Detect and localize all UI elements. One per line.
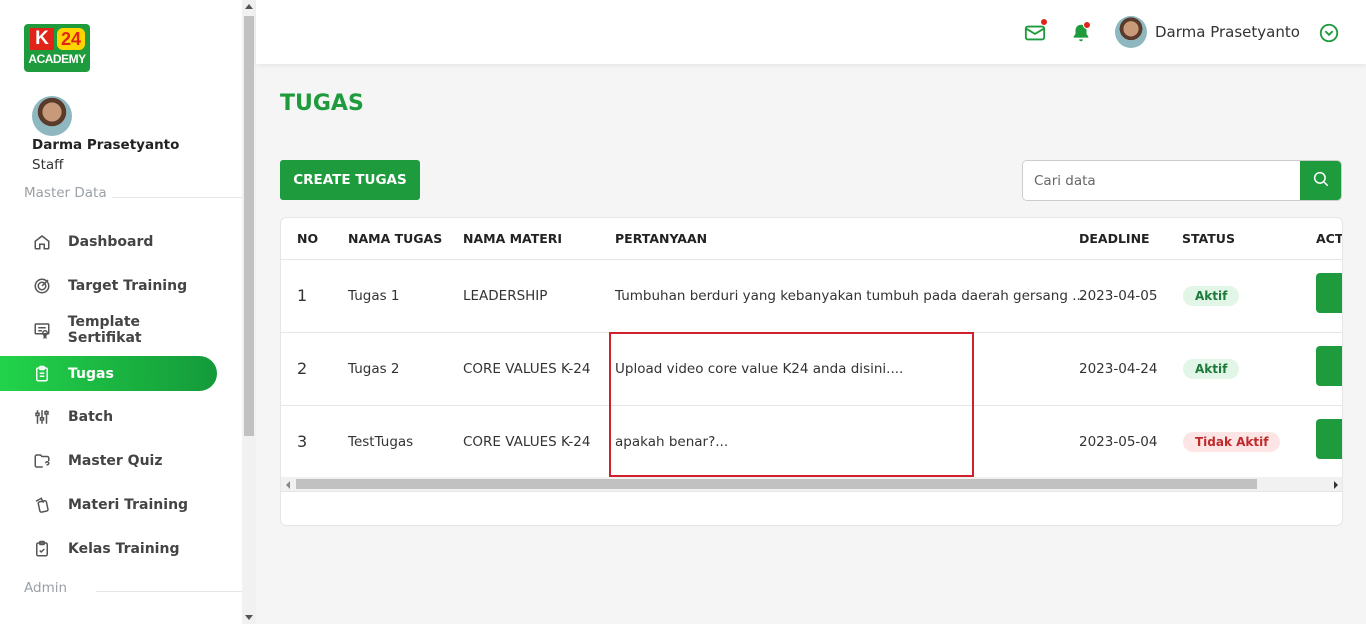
quiz-icon bbox=[32, 451, 52, 471]
search-icon bbox=[1312, 170, 1330, 192]
section-label-admin: Admin bbox=[24, 580, 68, 596]
cell-nama-tugas: Tugas 1 bbox=[348, 288, 400, 304]
column-header-no: NO bbox=[297, 231, 319, 246]
sidebar-scrollbar[interactable] bbox=[242, 0, 256, 624]
avatar[interactable] bbox=[1115, 16, 1147, 48]
cell-nama-materi: CORE VALUES K-24 bbox=[463, 361, 591, 377]
sidebar-item-label: Dashboard bbox=[68, 233, 154, 250]
sidebar: K 24 ACADEMY Darma Prasetyanto Staff Mas… bbox=[0, 0, 242, 624]
cell-nama-tugas: Tugas 2 bbox=[348, 361, 400, 377]
cell-pertanyaan: Upload video core value K24 anda disini.… bbox=[615, 361, 904, 377]
status-badge: Aktif bbox=[1183, 286, 1240, 306]
k24-academy-logo[interactable]: K 24 ACADEMY bbox=[24, 24, 90, 72]
edit-button[interactable] bbox=[1316, 273, 1342, 313]
edit-button[interactable] bbox=[1316, 346, 1342, 386]
column-header-pertanyaan: PERTANYAAN bbox=[615, 231, 708, 246]
sliders-icon bbox=[32, 407, 52, 427]
cell-deadline: 2023-04-05 bbox=[1079, 288, 1158, 304]
logo-k: K bbox=[30, 28, 54, 50]
cell-no: 2 bbox=[297, 359, 308, 378]
column-header-nama-materi: NAMA MATERI bbox=[463, 231, 563, 246]
cell-nama-materi: LEADERSHIP bbox=[463, 288, 548, 304]
notification-dot bbox=[1083, 21, 1091, 29]
sidebar-item-tugas[interactable]: Tugas bbox=[0, 356, 217, 391]
column-header-nama-tugas: NAMA TUGAS bbox=[348, 231, 443, 246]
scrollbar-thumb[interactable] bbox=[244, 16, 254, 436]
sidebar-item-master-quiz[interactable]: Master Quiz bbox=[0, 443, 217, 478]
cards-icon bbox=[32, 495, 52, 515]
chevron-down-icon[interactable] bbox=[1318, 22, 1340, 44]
sidebar-item-label: Kelas Training bbox=[68, 540, 180, 557]
table-header: NO NAMA TUGAS NAMA MATERI PERTANYAAN DEA… bbox=[281, 218, 1343, 260]
sidebar-item-label: Tugas bbox=[68, 365, 114, 382]
column-header-action: ACTI bbox=[1316, 231, 1343, 246]
scroll-down-arrow-icon[interactable] bbox=[245, 615, 253, 620]
sidebar-item-template-sertifikat[interactable]: Template Sertifikat bbox=[0, 312, 217, 347]
sidebar-item-label: Target Training bbox=[68, 277, 188, 294]
scroll-up-arrow-icon[interactable] bbox=[245, 4, 253, 9]
target-icon bbox=[32, 276, 52, 296]
bell-icon[interactable] bbox=[1070, 21, 1092, 44]
section-label-master-data: Master Data bbox=[24, 185, 107, 201]
edit-button[interactable] bbox=[1316, 419, 1342, 459]
clipboard-check-icon bbox=[32, 539, 52, 559]
section-divider bbox=[96, 591, 242, 592]
sidebar-item-label: Template Sertifikat bbox=[67, 313, 142, 346]
notification-dot bbox=[1040, 18, 1048, 26]
sidebar-item-batch[interactable]: Batch bbox=[0, 399, 217, 434]
cell-deadline: 2023-04-24 bbox=[1079, 361, 1158, 377]
table-horizontal-scrollbar[interactable] bbox=[281, 477, 1342, 492]
home-icon bbox=[32, 232, 52, 252]
sidebar-item-target-training[interactable]: Target Training bbox=[0, 268, 217, 303]
scrollbar-thumb[interactable] bbox=[296, 479, 1257, 489]
logo-24: 24 bbox=[57, 28, 85, 50]
logo-academy: ACADEMY bbox=[28, 52, 86, 66]
search-box bbox=[1022, 160, 1342, 201]
sidebar-item-materi-training[interactable]: Materi Training bbox=[0, 487, 217, 522]
top-bar: Darma Prasetyanto bbox=[256, 0, 1366, 64]
search-input[interactable] bbox=[1023, 161, 1301, 200]
table-row: 1 Tugas 1 LEADERSHIP Tumbuhan berduri ya… bbox=[281, 260, 1342, 333]
column-header-deadline: DEADLINE bbox=[1079, 231, 1150, 246]
clipboard-icon bbox=[32, 364, 52, 384]
cell-pertanyaan: apakah benar?... bbox=[615, 434, 729, 450]
sidebar-item-kelas-training[interactable]: Kelas Training bbox=[0, 531, 217, 566]
search-button[interactable] bbox=[1300, 161, 1341, 200]
scroll-left-arrow-icon[interactable] bbox=[286, 481, 290, 489]
page-title: TUGAS bbox=[280, 91, 364, 116]
status-badge: Aktif bbox=[1183, 359, 1240, 379]
avatar bbox=[32, 96, 72, 136]
cell-pertanyaan: Tumbuhan berduri yang kebanyakan tumbuh … bbox=[615, 288, 1086, 304]
cell-no: 3 bbox=[297, 432, 308, 451]
sidebar-user-name: Darma Prasetyanto bbox=[32, 137, 180, 153]
scroll-right-arrow-icon[interactable] bbox=[1334, 481, 1338, 489]
create-tugas-button[interactable]: CREATE TUGAS bbox=[280, 160, 420, 200]
cell-deadline: 2023-05-04 bbox=[1079, 434, 1158, 450]
tugas-table: NO NAMA TUGAS NAMA MATERI PERTANYAAN DEA… bbox=[280, 217, 1343, 526]
cell-nama-tugas: TestTugas bbox=[348, 434, 414, 450]
section-divider bbox=[112, 197, 242, 198]
table-row: 2 Tugas 2 CORE VALUES K-24 Upload video … bbox=[281, 333, 1342, 406]
sidebar-item-label: Batch bbox=[68, 408, 114, 425]
sidebar-user-role: Staff bbox=[32, 157, 64, 173]
status-badge: Tidak Aktif bbox=[1183, 432, 1281, 452]
sidebar-item-label: Materi Training bbox=[68, 496, 189, 513]
sidebar-item-label: Master Quiz bbox=[68, 452, 163, 469]
column-header-status: STATUS bbox=[1182, 231, 1235, 246]
certificate-icon bbox=[32, 320, 52, 340]
sidebar-item-dashboard[interactable]: Dashboard bbox=[0, 224, 217, 259]
table-row: 3 TestTugas CORE VALUES K-24 apakah bena… bbox=[281, 406, 1342, 479]
cell-nama-materi: CORE VALUES K-24 bbox=[463, 434, 591, 450]
topbar-user-name[interactable]: Darma Prasetyanto bbox=[1155, 23, 1300, 41]
cell-no: 1 bbox=[297, 286, 308, 305]
mail-icon[interactable] bbox=[1024, 18, 1048, 44]
